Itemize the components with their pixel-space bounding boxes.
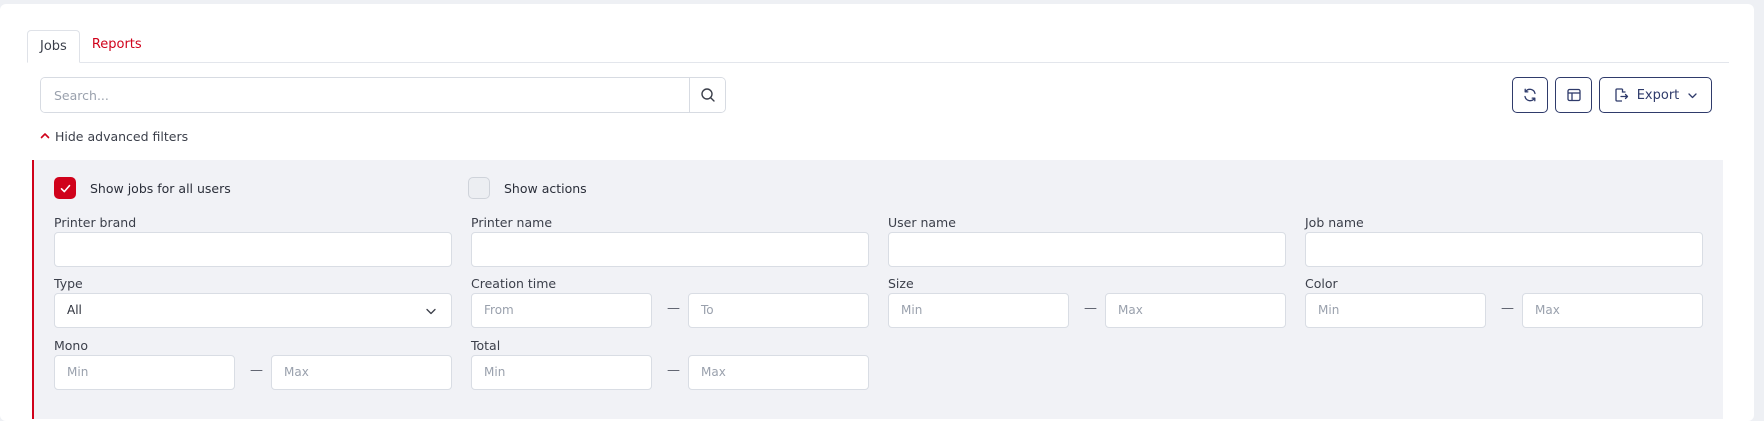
columns-button[interactable]	[1555, 77, 1592, 113]
chevron-down-icon	[1688, 92, 1697, 98]
search-button[interactable]	[689, 78, 725, 112]
printer-name-label: Printer name	[471, 215, 553, 230]
show-all-users-checkbox[interactable]: Show jobs for all users	[54, 177, 231, 199]
tab-bar: Jobs Reports	[27, 30, 1729, 63]
type-select-value: All	[67, 303, 82, 317]
range-separator: —	[250, 363, 263, 378]
tab-jobs[interactable]: Jobs	[27, 30, 80, 63]
jobs-card: Jobs Reports Expo	[0, 4, 1754, 421]
user-name-label: User name	[888, 215, 956, 230]
size-label: Size	[888, 276, 914, 291]
checkbox-unchecked[interactable]	[468, 177, 490, 199]
printer-brand-input[interactable]	[54, 232, 452, 267]
total-max-input[interactable]: Max	[688, 355, 869, 390]
mono-min-input[interactable]: Min	[54, 355, 235, 390]
color-min-input[interactable]: Min	[1305, 293, 1486, 328]
creation-time-from-input[interactable]: From	[471, 293, 652, 328]
total-min-input[interactable]: Min	[471, 355, 652, 390]
type-label: Type	[54, 276, 83, 291]
color-max-input[interactable]: Max	[1522, 293, 1703, 328]
printer-name-input[interactable]	[471, 232, 869, 267]
refresh-button[interactable]	[1512, 77, 1548, 113]
range-separator: —	[667, 363, 680, 378]
range-separator: —	[1084, 301, 1097, 316]
hide-advanced-filters-toggle[interactable]: Hide advanced filters	[40, 127, 188, 145]
range-separator: —	[667, 301, 680, 316]
search-icon	[700, 88, 715, 102]
size-min-input[interactable]: Min	[888, 293, 1069, 328]
advanced-filters-panel: Show jobs for all users Show actions Pri…	[32, 160, 1723, 419]
export-button[interactable]: Export	[1599, 77, 1712, 113]
mono-max-input[interactable]: Max	[271, 355, 452, 390]
color-label: Color	[1305, 276, 1338, 291]
size-max-input[interactable]: Max	[1105, 293, 1286, 328]
search-input[interactable]	[41, 78, 689, 112]
show-actions-checkbox[interactable]: Show actions	[468, 177, 587, 199]
show-actions-label: Show actions	[504, 180, 587, 196]
export-file-icon	[1615, 88, 1628, 102]
show-all-users-label: Show jobs for all users	[90, 180, 231, 196]
creation-time-to-input[interactable]: To	[688, 293, 869, 328]
tab-reports[interactable]: Reports	[80, 29, 154, 62]
columns-layout-icon	[1566, 88, 1581, 102]
chevron-down-icon	[426, 308, 436, 314]
type-select[interactable]: All	[54, 293, 452, 328]
creation-time-label: Creation time	[471, 276, 557, 291]
checkmark-icon	[60, 184, 70, 192]
range-separator: —	[1501, 301, 1514, 316]
mono-label: Mono	[54, 338, 89, 353]
export-label: Export	[1636, 87, 1680, 103]
checkbox-checked[interactable]	[54, 177, 76, 199]
job-name-input[interactable]	[1305, 232, 1703, 267]
user-name-input[interactable]	[888, 232, 1286, 267]
total-label: Total	[471, 338, 501, 353]
chevron-up-icon	[40, 133, 50, 139]
refresh-icon	[1524, 88, 1536, 102]
hide-advanced-filters-label: Hide advanced filters	[55, 128, 189, 144]
job-name-label: Job name	[1305, 215, 1364, 230]
printer-brand-label: Printer brand	[54, 215, 137, 230]
search-bar	[40, 77, 726, 113]
